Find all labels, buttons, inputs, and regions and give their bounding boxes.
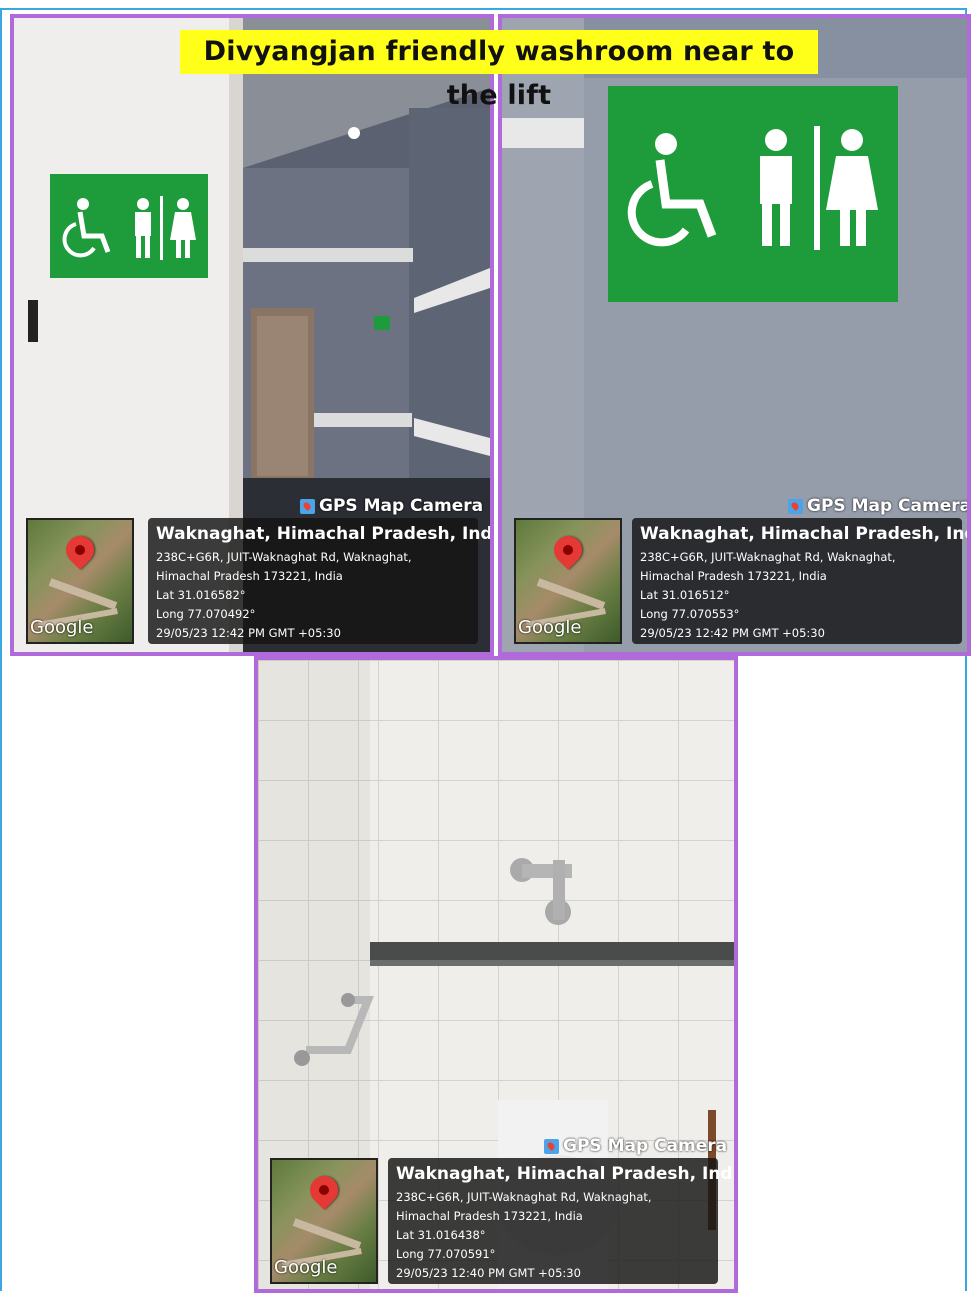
gps-map-camera-icon: [300, 498, 315, 514]
gps-camera-label: GPS Map Camera: [788, 496, 971, 516]
gps-camera-label-text: GPS Map Camera: [563, 1136, 728, 1156]
gps-camera-label: GPS Map Camera: [300, 496, 483, 516]
google-watermark: Google: [518, 617, 582, 638]
location-title: Waknaghat, Himachal Pradesh, India: [640, 524, 971, 544]
photo-sign-closeup: GPS Map Camera Google Waknaghat, Himacha…: [498, 14, 971, 656]
datetime: 29/05/23 12:42 PM GMT +05:30: [640, 626, 825, 640]
photo-washroom-interior: GPS Map Camera Google Waknaghat, Himacha…: [254, 656, 738, 1293]
location-title: Waknaghat, Himachal Pradesh, India: [156, 524, 494, 544]
gps-camera-label: GPS Map Camera: [544, 1136, 727, 1156]
address-line-1: 238C+G6R, JUIT-Waknaghat Rd, Waknaghat,: [640, 550, 896, 564]
longitude: Long 77.070553°: [640, 607, 740, 621]
datetime: 29/05/23 12:42 PM GMT +05:30: [156, 626, 341, 640]
photo-corridor: GPS Map Camera Google Waknaghat, Himacha…: [10, 14, 494, 656]
location-info-box: Waknaghat, Himachal Pradesh, India 238C+…: [632, 518, 971, 644]
google-watermark: Google: [274, 1257, 338, 1278]
gps-camera-label-text: GPS Map Camera: [319, 496, 484, 516]
address-line-1: 238C+G6R, JUIT-Waknaghat Rd, Waknaghat,: [396, 1190, 652, 1204]
address-line-2: Himachal Pradesh 173221, India: [640, 569, 827, 583]
gps-camera-label-text: GPS Map Camera: [807, 496, 971, 516]
datetime: 29/05/23 12:40 PM GMT +05:30: [396, 1266, 581, 1280]
location-info-box: Waknaghat, Himachal Pradesh, India 238C+…: [148, 518, 494, 644]
map-thumbnail: Google: [514, 518, 622, 644]
longitude: Long 77.070591°: [396, 1247, 496, 1261]
latitude: Lat 31.016512°: [640, 588, 730, 602]
page-title: Divyangjan friendly washroom near to the…: [180, 30, 818, 111]
map-thumbnail: Google: [26, 518, 134, 644]
map-pin-icon: [304, 1170, 344, 1210]
wheelchair-male-female-icon: [627, 126, 878, 250]
location-title: Waknaghat, Himachal Pradesh, India: [396, 1164, 738, 1184]
location-info-box: Waknaghat, Himachal Pradesh, India 238C+…: [388, 1158, 738, 1284]
wheelchair-male-female-icon: [62, 196, 196, 260]
latitude: Lat 31.016438°: [396, 1228, 486, 1242]
longitude: Long 77.070492°: [156, 607, 256, 621]
gps-map-camera-icon: [544, 1138, 559, 1154]
gps-map-camera-icon: [788, 498, 803, 514]
latitude: Lat 31.016582°: [156, 588, 246, 602]
accessible-washroom-sign-closeup: [608, 86, 898, 302]
address-line-1: 238C+G6R, JUIT-Waknaghat Rd, Waknaghat,: [156, 550, 412, 564]
address-line-2: Himachal Pradesh 173221, India: [156, 569, 343, 583]
map-pin-icon: [60, 530, 100, 570]
google-watermark: Google: [30, 617, 94, 638]
map-pin-icon: [548, 530, 588, 570]
address-line-2: Himachal Pradesh 173221, India: [396, 1209, 583, 1223]
accessible-washroom-sign: [50, 174, 208, 278]
map-thumbnail: Google: [270, 1158, 378, 1284]
